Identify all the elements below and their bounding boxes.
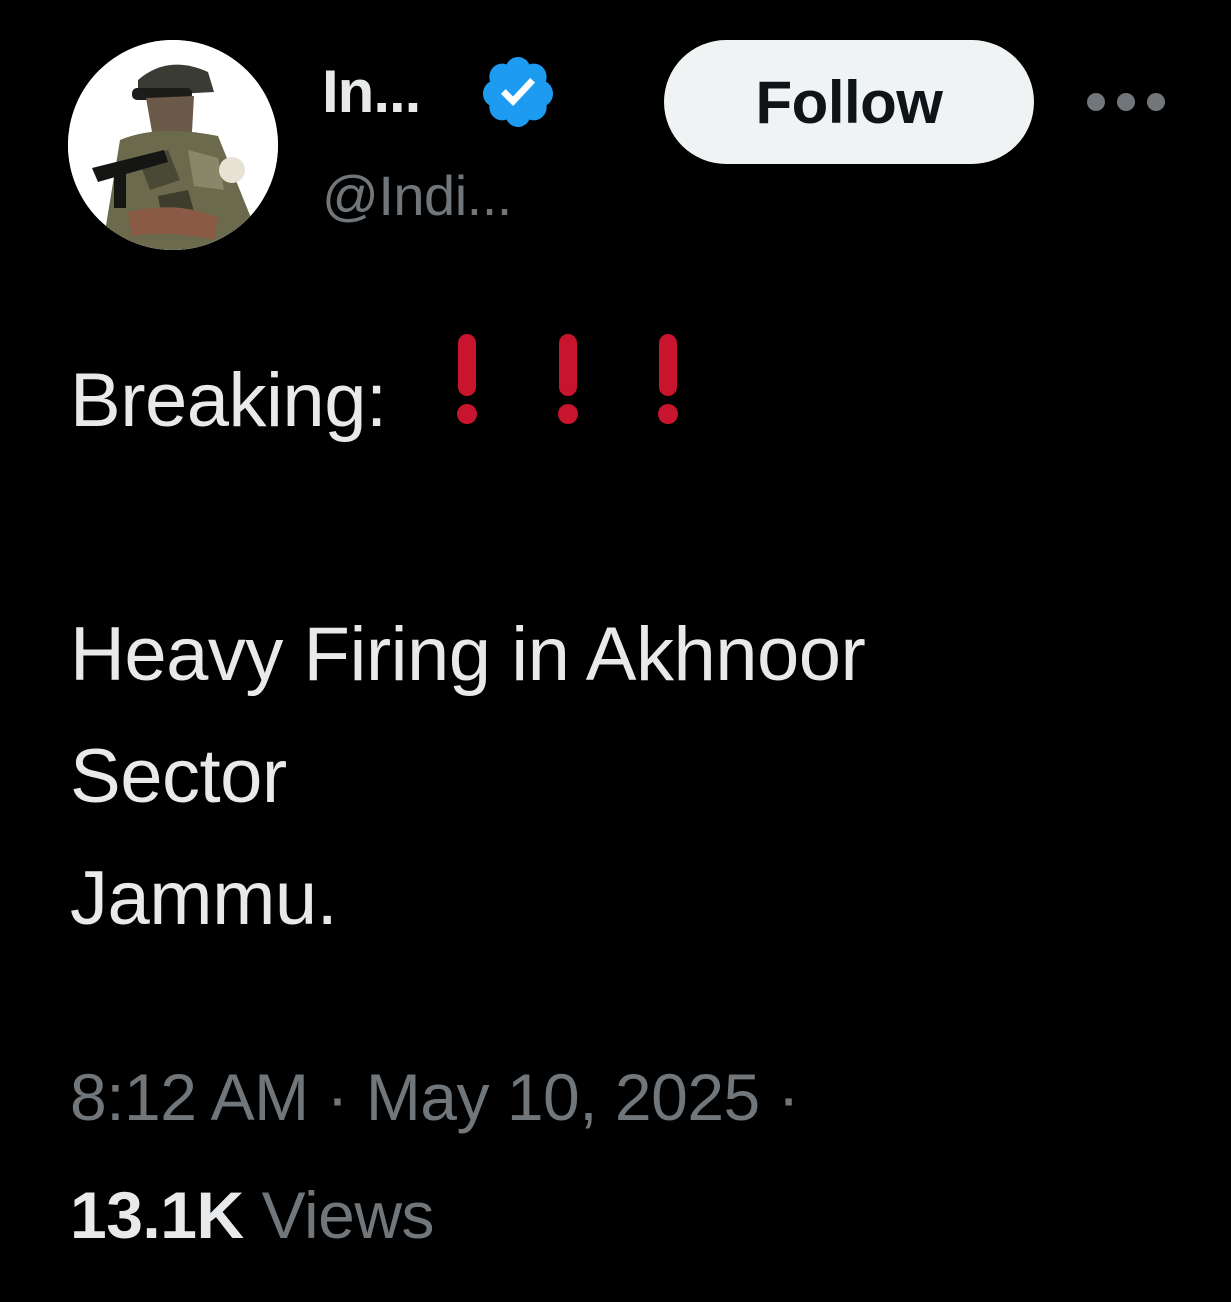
display-name-row: In... [322,52,558,132]
more-horizontal-icon [1087,93,1165,111]
tweet-date: May 10, 2025 [365,1060,760,1134]
more-button[interactable] [1084,72,1168,132]
views-count: 13.1K [70,1178,244,1252]
red-exclamation-icon [648,330,688,426]
soldier-avatar-icon [68,40,278,250]
meta-separator: · [326,1060,349,1134]
follow-button[interactable]: Follow [664,40,1034,164]
display-name[interactable]: In... [322,62,421,122]
tweet-time: 8:12 AM [70,1060,309,1134]
handle[interactable]: @Indi... [322,168,512,224]
breaking-label: Breaking: [70,358,387,443]
verified-badge-icon [483,57,554,127]
tweet-text: Breaking: Heavy Firing in Akhnoor Sector… [70,330,1170,960]
tweet-line: Sector [70,734,287,819]
tweet-line: Heavy Firing in Akhnoor [70,612,866,697]
tweet-card: In... @Indi... Follow Breaking: Heavy Fi… [0,0,1231,1302]
tweet-line-breaking: Breaking: [70,330,1170,452]
avatar[interactable] [68,40,278,250]
views-label: Views [261,1178,435,1252]
views-line[interactable]: 13.1K Views [70,1176,435,1255]
timestamp-line[interactable]: 8:12 AM · May 10, 2025 · [70,1058,800,1137]
red-exclamation-icon [548,330,588,426]
tweet-line: Jammu. [70,856,338,941]
meta-separator: · [777,1060,800,1134]
red-exclamation-icon [447,330,487,426]
